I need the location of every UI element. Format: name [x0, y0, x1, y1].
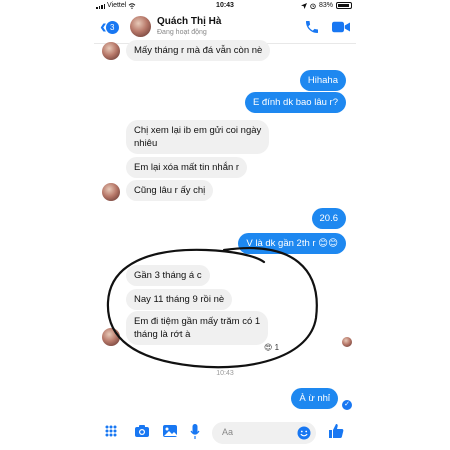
annotation-circle: [106, 247, 318, 369]
gallery-icon[interactable]: [162, 424, 178, 438]
microphone-icon[interactable]: [190, 424, 200, 440]
message-input-placeholder: Aa: [222, 427, 234, 437]
messenger-screen: Viettel 10:43 83% ‹ 3 Quách Thị Hà Đang …: [94, 0, 356, 450]
apps-grid-icon[interactable]: [104, 424, 118, 438]
thumbs-up-icon[interactable]: [328, 423, 344, 439]
camera-icon[interactable]: [134, 424, 150, 438]
composer-bar: Aa: [94, 416, 356, 450]
message-input[interactable]: Aa: [212, 422, 316, 444]
emoji-icon[interactable]: [296, 425, 312, 441]
